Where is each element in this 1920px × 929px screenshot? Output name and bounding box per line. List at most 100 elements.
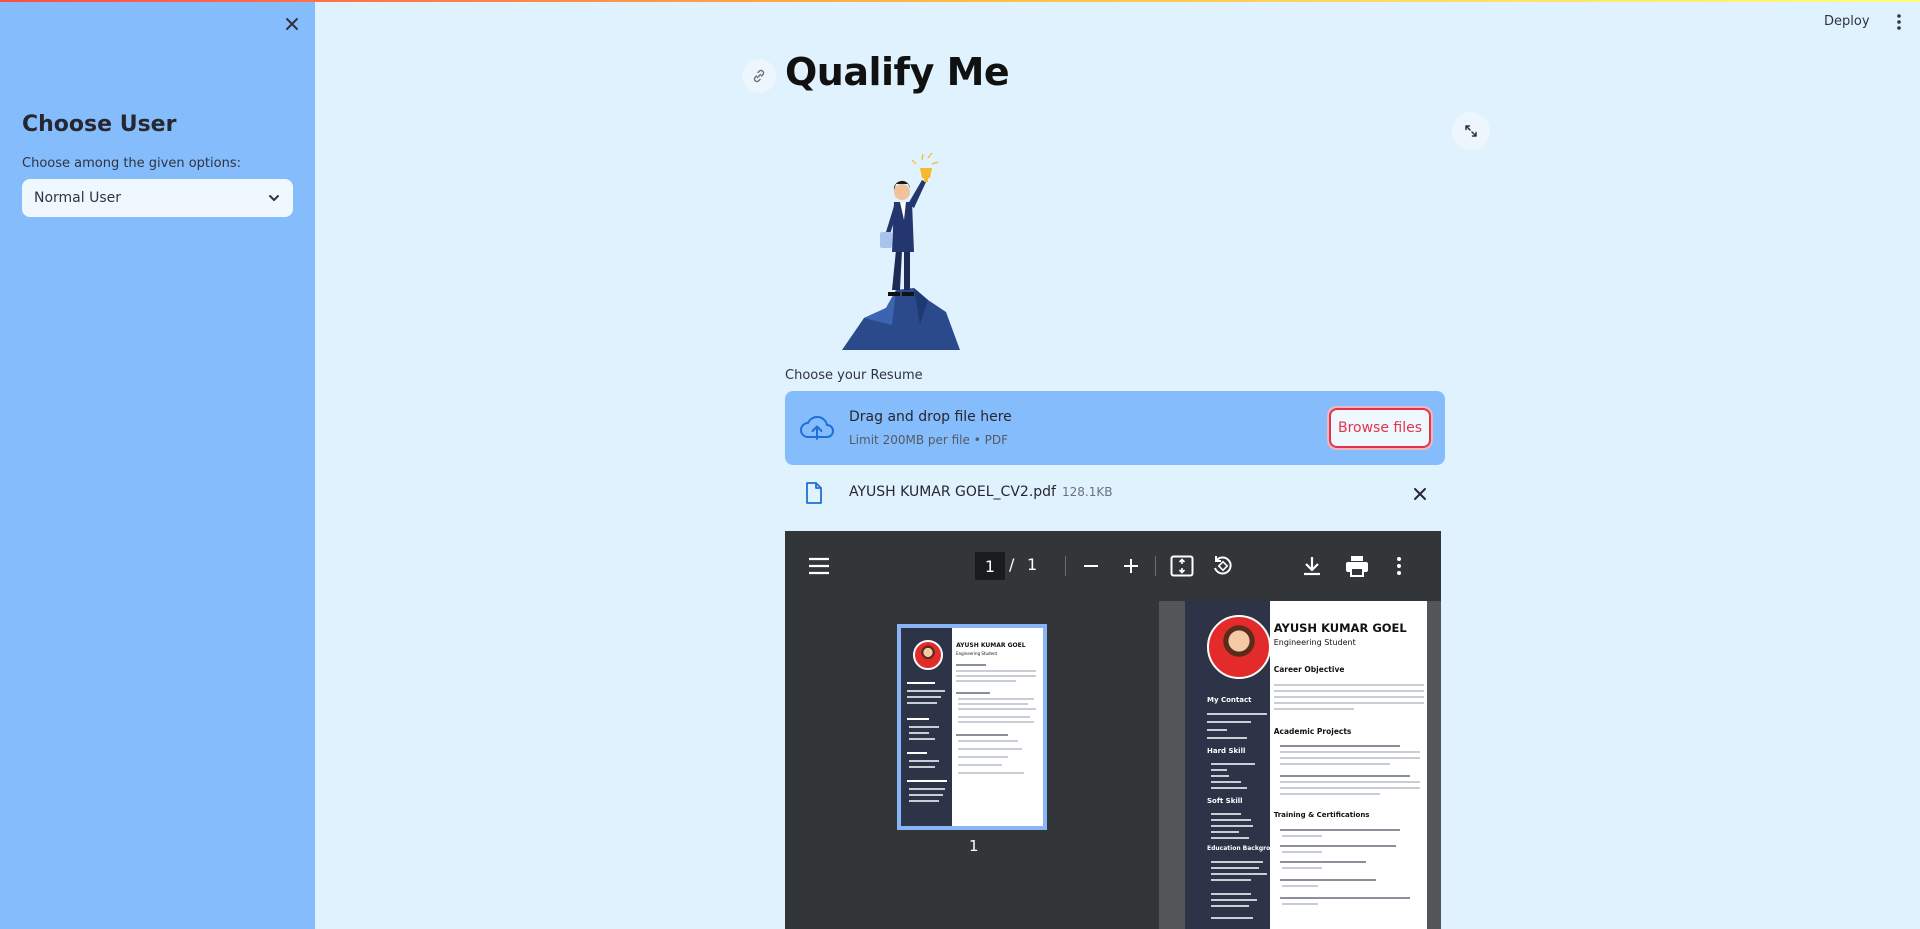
text-line xyxy=(1211,867,1259,869)
user-type-select[interactable]: Normal User xyxy=(22,179,293,217)
pdf-more-button[interactable] xyxy=(1389,553,1409,579)
text-line xyxy=(958,740,1019,742)
text-line xyxy=(1273,684,1424,686)
text-line xyxy=(1211,905,1249,907)
text-line xyxy=(956,670,1037,672)
text-line xyxy=(958,721,1035,723)
text-line xyxy=(956,675,1037,677)
close-icon xyxy=(286,18,298,30)
main-menu-button[interactable] xyxy=(1893,12,1905,32)
deploy-button[interactable]: Deploy xyxy=(1824,14,1870,29)
success-figure-illustration xyxy=(842,152,960,350)
text-line xyxy=(907,702,937,704)
hamburger-menu-icon xyxy=(809,557,829,575)
page-thumbnail[interactable]: AYUSH KUMAR GOEL Engineering Student xyxy=(897,624,1047,830)
text-line xyxy=(1279,781,1420,783)
text-line xyxy=(1281,835,1322,837)
text-line xyxy=(1211,763,1255,765)
rotate-button[interactable] xyxy=(1209,553,1235,579)
text-line xyxy=(1279,751,1420,753)
pdf-menu-button[interactable] xyxy=(807,554,831,578)
select-value: Normal User xyxy=(34,190,122,206)
text-line xyxy=(1207,713,1267,715)
pdf-toolbar: 1 / 1 xyxy=(785,531,1441,601)
text-line xyxy=(1211,861,1263,863)
plus-icon xyxy=(1124,559,1138,573)
text-line xyxy=(1281,851,1322,853)
title-anchor-link[interactable] xyxy=(742,59,776,93)
text-line xyxy=(909,732,929,734)
remove-file-button[interactable] xyxy=(1412,486,1428,502)
page-number-input[interactable]: 1 xyxy=(975,552,1005,580)
file-name-text: AYUSH KUMAR GOEL_CV2.pdf xyxy=(849,484,1056,500)
pdf-thumbnail-panel: AYUSH KUMAR GOEL Engineering Student 1 xyxy=(785,601,1159,929)
hero-illustration xyxy=(830,150,990,352)
text-line xyxy=(1211,837,1249,839)
text-line xyxy=(1211,769,1227,771)
text-line xyxy=(1211,831,1239,833)
minus-icon xyxy=(1084,565,1098,567)
text-line xyxy=(1279,745,1400,747)
text-line xyxy=(1281,885,1318,887)
section-my-contact: My Contact xyxy=(1207,696,1252,704)
section-academic-projects: Academic Projects xyxy=(1273,727,1352,736)
uploaded-file-name: AYUSH KUMAR GOEL_CV2.pdf 128.1KB xyxy=(849,484,1112,500)
page-title: Qualify Me xyxy=(785,50,1010,94)
file-dropzone[interactable]: Drag and drop file here Limit 200MB per … xyxy=(785,391,1445,465)
browse-files-button[interactable]: Browse files xyxy=(1329,408,1431,448)
section-soft-skill: Soft Skill xyxy=(1207,797,1243,805)
text-line xyxy=(1279,787,1420,789)
text-line xyxy=(1273,702,1424,704)
zoom-out-button[interactable] xyxy=(1079,554,1103,578)
pdf-page: My Contact Hard Skill Soft Skill Educati… xyxy=(1185,601,1427,929)
print-button[interactable] xyxy=(1344,553,1370,579)
close-sidebar-button[interactable] xyxy=(282,14,302,34)
text-line xyxy=(1211,893,1251,895)
section-training-certifications: Training & Certifications xyxy=(1273,811,1370,819)
pdf-viewer: 1 / 1 AYUSH KUMAR GOEL Engineering Stude… xyxy=(785,531,1441,929)
thumbnail-resume: AYUSH KUMAR GOEL Engineering Student xyxy=(901,628,1043,826)
resume-role: Engineering Student xyxy=(1273,638,1356,647)
rotate-icon xyxy=(1214,556,1232,575)
page-resume: My Contact Hard Skill Soft Skill Educati… xyxy=(1185,601,1427,929)
text-line xyxy=(956,680,1017,682)
text-line xyxy=(1211,781,1241,783)
zoom-in-button[interactable] xyxy=(1119,554,1143,578)
text-line xyxy=(1273,690,1424,692)
text-line xyxy=(1281,867,1322,869)
fullscreen-button[interactable] xyxy=(1452,112,1490,150)
text-line xyxy=(1279,861,1366,863)
sidebar: Choose User Choose among the given optio… xyxy=(0,0,315,929)
profile-photo xyxy=(913,640,943,670)
file-icon xyxy=(806,482,822,504)
link-icon xyxy=(753,69,765,83)
text-line xyxy=(1211,917,1253,919)
fit-to-page-button[interactable] xyxy=(1169,553,1195,579)
printer-icon xyxy=(1346,556,1368,577)
text-line xyxy=(1273,708,1354,710)
text-line xyxy=(1279,845,1396,847)
text-line xyxy=(909,760,939,762)
profile-photo xyxy=(1207,615,1271,679)
text-line xyxy=(1211,825,1253,827)
text-line xyxy=(909,738,935,740)
page-total: 1 xyxy=(1027,555,1038,574)
file-size: 128.1KB xyxy=(1061,485,1113,499)
pdf-page-area: My Contact Hard Skill Soft Skill Educati… xyxy=(1159,601,1441,929)
resume-left-column: My Contact Hard Skill Soft Skill Educati… xyxy=(1185,601,1283,929)
more-vertical-icon xyxy=(1397,557,1401,575)
text-line xyxy=(1207,729,1227,731)
top-decoration-bar xyxy=(0,0,1920,2)
resume-role: Engineering Student xyxy=(956,651,998,656)
section-career-objective: Career Objective xyxy=(1273,665,1345,674)
text-line xyxy=(1211,879,1251,881)
text-line xyxy=(907,690,945,692)
text-line xyxy=(958,716,1031,718)
download-button[interactable] xyxy=(1299,553,1325,579)
resume-name: AYUSH KUMAR GOEL xyxy=(956,642,1026,649)
text-line xyxy=(909,726,939,728)
text-line xyxy=(956,734,1009,736)
text-line xyxy=(909,788,945,790)
text-line xyxy=(909,766,935,768)
close-icon xyxy=(1414,488,1426,500)
